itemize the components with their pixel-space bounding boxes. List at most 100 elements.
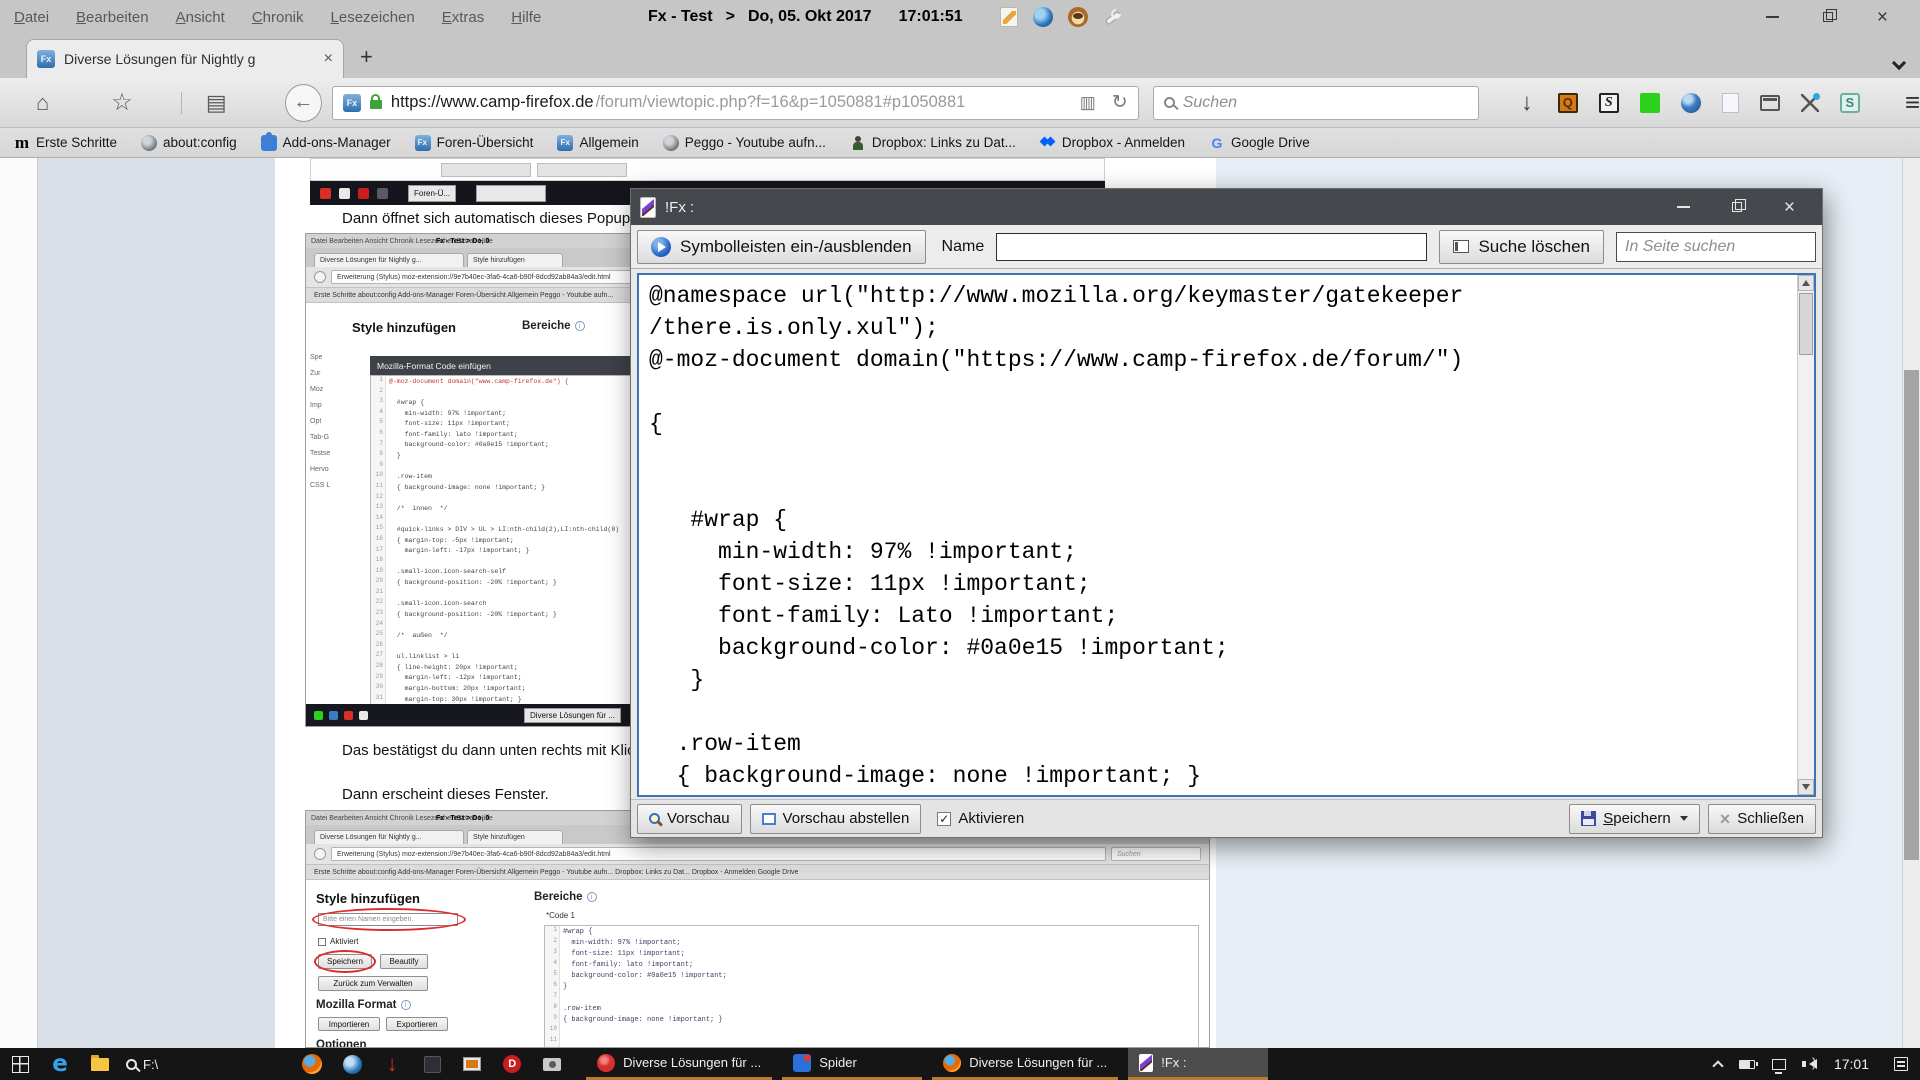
menu-item[interactable]: Datei xyxy=(14,9,49,26)
start-button-icon[interactable] xyxy=(12,1056,29,1073)
downloads-icon[interactable]: ↓ xyxy=(1517,93,1537,113)
preview-off-button[interactable]: Vorschau abstellen xyxy=(750,804,922,834)
dialog-minimize-button[interactable] xyxy=(1677,206,1690,208)
dark-app-icon[interactable] xyxy=(424,1056,441,1073)
preview-icon xyxy=(649,813,660,824)
all-tabs-chevron-icon[interactable] xyxy=(1892,56,1906,70)
code-scrollbar[interactable] xyxy=(1797,275,1814,795)
style-name-input[interactable] xyxy=(996,233,1427,261)
green-status-addon-icon[interactable] xyxy=(1640,93,1660,113)
bookmark-item[interactable]: Dropbox: Links zu Dat... xyxy=(850,135,1016,151)
https-lock-icon[interactable] xyxy=(370,100,382,109)
network-icon[interactable] xyxy=(1772,1059,1786,1070)
menu-item[interactable]: Lesezeichen xyxy=(331,9,415,26)
toggle-toolbars-button[interactable]: Symbolleisten ein-/ausblenden xyxy=(637,230,926,264)
page-scrollbar-thumb[interactable] xyxy=(1904,370,1919,860)
dialog-titlebar[interactable]: !Fx : × xyxy=(631,189,1822,225)
bookmark-item[interactable]: Google Drive xyxy=(1209,135,1310,151)
reader-mode-icon[interactable]: ▥ xyxy=(1080,93,1096,113)
mini-line-number: 2 xyxy=(545,937,560,948)
preview-button[interactable]: Vorschau xyxy=(637,804,742,834)
edge-icon[interactable]: e xyxy=(52,1051,68,1077)
find-in-page-input[interactable] xyxy=(1616,232,1816,262)
info-icon xyxy=(587,892,597,902)
style-code-textarea[interactable]: @namespace url("http://www.mozilla.org/k… xyxy=(649,280,1786,791)
dvbviewer-icon[interactable] xyxy=(503,1055,521,1073)
mini-line-number: 31 xyxy=(371,694,386,705)
menu-item[interactable]: Ansicht xyxy=(176,9,225,26)
minimize-button[interactable] xyxy=(1766,16,1779,18)
system-tray: 17:01 xyxy=(1714,1056,1920,1072)
menu-item[interactable]: Hilfe xyxy=(511,9,541,26)
menu-item[interactable]: Chronik xyxy=(252,9,304,26)
bookmark-star-icon[interactable]: ☆ xyxy=(111,92,133,114)
search-input[interactable] xyxy=(1183,94,1468,112)
mini-back-icon xyxy=(314,271,326,283)
dialog-close-button[interactable]: × xyxy=(1784,198,1795,217)
library-icon[interactable]: ▤ xyxy=(181,92,227,114)
restore-button[interactable] xyxy=(1823,12,1833,22)
page-scrollbar[interactable] xyxy=(1902,158,1920,1048)
close-button[interactable]: × xyxy=(1877,8,1888,27)
quickjava-addon-icon[interactable]: Q xyxy=(1558,93,1578,113)
firefox-icon[interactable] xyxy=(302,1054,322,1074)
url-bar[interactable]: Fx https://www.camp-firefox.de /forum/vi… xyxy=(332,86,1139,120)
activate-checkbox[interactable] xyxy=(937,812,951,826)
stylish-addon-icon[interactable]: S xyxy=(1599,93,1619,113)
home-icon[interactable]: ⌂ xyxy=(36,92,49,114)
bookmark-item[interactable]: about:config xyxy=(141,135,237,151)
taskbar-button[interactable]: Spider xyxy=(782,1048,922,1080)
battery-icon[interactable] xyxy=(1739,1060,1755,1069)
download-manager-icon[interactable]: ↓ xyxy=(387,1054,398,1074)
file-explorer-icon[interactable] xyxy=(91,1058,109,1071)
taskbar-button[interactable]: Diverse Lösungen für ... xyxy=(932,1048,1118,1080)
taskbar-button[interactable]: !Fx : xyxy=(1128,1048,1268,1080)
reload-icon[interactable]: ↻ xyxy=(1112,91,1128,114)
bookmark-item[interactable]: Dropbox - Anmelden xyxy=(1040,135,1185,151)
dialog-maximize-button[interactable] xyxy=(1732,202,1742,212)
save-button[interactable]: Speichern xyxy=(1569,804,1700,834)
volume-icon[interactable] xyxy=(1809,1059,1817,1069)
bookmark-item[interactable]: Add-ons-Manager xyxy=(261,135,391,151)
notes-icon[interactable] xyxy=(1000,7,1018,27)
page-addon-icon[interactable] xyxy=(1722,93,1739,113)
taskbar-button[interactable]: Diverse Lösungen für ... xyxy=(586,1048,772,1080)
new-tab-button[interactable]: + xyxy=(360,46,373,68)
thunderbird-taskbar-icon[interactable] xyxy=(343,1055,362,1074)
fragment-tab xyxy=(441,163,531,177)
scroll-up-arrow[interactable] xyxy=(1798,275,1814,291)
search-box[interactable] xyxy=(1153,86,1479,120)
post-paragraph-3: Dann erscheint dieses Fenster. xyxy=(342,786,549,803)
scroll-down-arrow[interactable] xyxy=(1798,779,1814,795)
close-dialog-button[interactable]: × Schließen xyxy=(1708,804,1816,834)
media-player-icon[interactable] xyxy=(463,1057,481,1071)
camera-app-icon[interactable] xyxy=(543,1058,561,1071)
panel-addon-icon[interactable] xyxy=(1760,95,1780,111)
taskbar-search[interactable]: F:\ xyxy=(120,1057,164,1072)
active-tab[interactable]: Fx Diverse Lösungen für Nightly g × xyxy=(26,39,344,78)
mini-line-number: 21 xyxy=(371,588,386,599)
bookmark-item[interactable]: Allgemein xyxy=(557,135,638,151)
action-center-icon[interactable] xyxy=(1894,1057,1908,1071)
clear-search-button[interactable]: Suche löschen xyxy=(1439,230,1604,264)
bookmark-item[interactable]: Peggo - Youtube aufn... xyxy=(663,135,826,151)
wrench-icon[interactable] xyxy=(1103,8,1121,26)
tray-expand-chevron-icon[interactable] xyxy=(1712,1060,1723,1071)
mini-sidebar-fragments: SpeZurMozImpOptTab-GTestseHervoCSS L xyxy=(310,354,362,489)
bookmark-item[interactable]: Erste Schritte xyxy=(14,135,117,151)
thunderbird-icon[interactable] xyxy=(1033,7,1053,27)
bookmark-item[interactable]: Foren-Übersicht xyxy=(415,135,534,151)
mini-areas-text: Bereiche xyxy=(522,320,571,332)
screenshot-addon-icon[interactable] xyxy=(1801,94,1819,112)
menu-item[interactable]: Extras xyxy=(442,9,485,26)
greasemonkey-icon[interactable] xyxy=(1068,7,1088,27)
s-addon-icon[interactable]: S xyxy=(1840,93,1860,113)
activate-checkbox-row[interactable]: Aktivieren xyxy=(937,810,1024,827)
menu-item[interactable]: Bearbeiten xyxy=(76,9,149,26)
tab-close-icon[interactable]: × xyxy=(324,50,333,68)
back-button[interactable]: ← xyxy=(285,84,322,122)
menu-hamburger-icon[interactable]: ≡ xyxy=(1905,87,1920,118)
taskbar-clock[interactable]: 17:01 xyxy=(1834,1056,1869,1072)
sync-addon-icon[interactable] xyxy=(1681,93,1701,113)
code-scrollbar-thumb[interactable] xyxy=(1799,293,1813,355)
